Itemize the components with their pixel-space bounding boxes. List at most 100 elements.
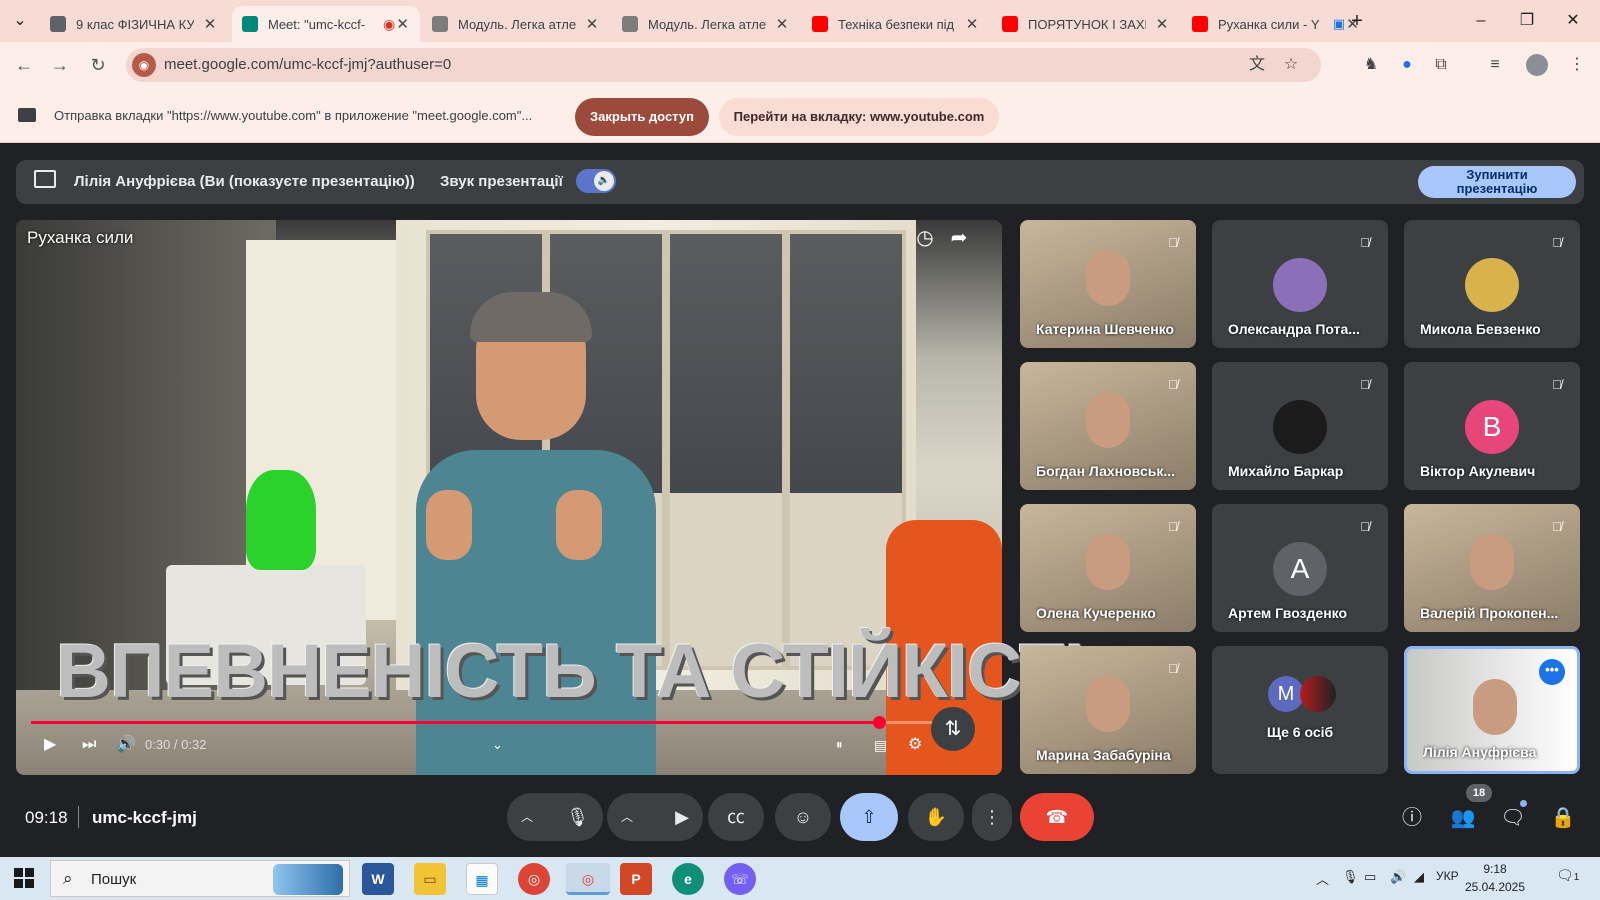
present-now-button[interactable]: ⇧ bbox=[840, 793, 898, 841]
more-participants-avatar bbox=[1300, 676, 1336, 712]
host-controls-lock-icon[interactable]: 🔒 bbox=[1548, 805, 1578, 831]
taskbar-search-box[interactable]: ⌕ Пошук bbox=[50, 860, 350, 897]
browser-tab[interactable]: Модуль. Легка атлет ✕ bbox=[422, 6, 610, 42]
participant-tile[interactable]: Марина Забабуріна 🎙̸ bbox=[1020, 646, 1196, 774]
participant-tile[interactable]: В Віктор Акулевич 🎙̸ bbox=[1404, 362, 1580, 490]
browser-tab-label: Meet: "umc-kccf- bbox=[268, 16, 366, 32]
video-progress-scrubber[interactable] bbox=[873, 716, 886, 729]
viber-app-icon[interactable]: ☏ bbox=[724, 863, 756, 895]
chevron-down-icon[interactable]: ⌄ bbox=[492, 734, 503, 756]
next-track-icon[interactable]: ⏭ bbox=[82, 734, 96, 756]
camera-icon[interactable]: ▶︎ bbox=[675, 793, 689, 841]
chrome-app-icon[interactable]: ◎ bbox=[518, 863, 550, 895]
close-tab-icon[interactable]: ✕ bbox=[1154, 15, 1170, 33]
participant-tile[interactable]: Олександра Пота... 🎙̸ bbox=[1212, 220, 1388, 348]
raise-hand-button[interactable]: ✋ bbox=[908, 793, 964, 841]
chat-icon[interactable]: 🗨 bbox=[1498, 805, 1528, 831]
emoji-reaction-button[interactable]: ☺ bbox=[775, 793, 831, 841]
youtube-icon bbox=[1192, 16, 1208, 32]
notifications-icon[interactable]: 🗨1 bbox=[1556, 867, 1582, 889]
forward-arrow-icon[interactable]: → bbox=[46, 52, 74, 78]
close-tab-icon[interactable]: ✕ bbox=[584, 15, 600, 33]
close-window-icon[interactable]: ✕ bbox=[1550, 8, 1596, 34]
presentation-sound-toggle[interactable]: 🔈 bbox=[576, 169, 616, 193]
browser-tab[interactable]: Meet: "umc-kccf- ◉ ✕ bbox=[232, 6, 420, 42]
microsoft-store-icon[interactable]: ▦ bbox=[466, 863, 498, 895]
volume-icon[interactable]: 🔊 bbox=[116, 734, 136, 756]
browser-tab[interactable]: Модуль. Легка атлет ✕ bbox=[612, 6, 800, 42]
extension-circle-icon[interactable]: ● bbox=[1396, 54, 1418, 76]
close-tab-icon[interactable]: ✕ bbox=[964, 15, 980, 33]
microphone-control[interactable]: ︿ 🎙 bbox=[507, 793, 603, 841]
tray-overflow-chevron-icon[interactable]: ︿ bbox=[1316, 869, 1329, 888]
browser-tab[interactable]: 9 клас ФІЗИЧНА КУЛ ✕ bbox=[40, 6, 228, 42]
close-tab-icon[interactable]: ✕ bbox=[774, 15, 790, 33]
media-controls-icon[interactable]: ≡ bbox=[1484, 54, 1506, 76]
battery-icon[interactable]: ▭ bbox=[1364, 869, 1376, 885]
participant-avatar bbox=[1465, 258, 1519, 312]
participant-tile[interactable]: M Ще 6 осіб bbox=[1212, 646, 1388, 774]
reload-icon[interactable]: ↻ bbox=[84, 52, 112, 78]
bookmark-star-icon[interactable]: ☆ bbox=[1280, 54, 1302, 76]
people-icon[interactable]: 👥 bbox=[1448, 805, 1478, 831]
stop-presenting-button[interactable]: Зупинити презентацію bbox=[1418, 166, 1576, 198]
taskbar-clock-date[interactable]: 25.04.2025 bbox=[1460, 880, 1530, 894]
minimize-icon[interactable]: – bbox=[1458, 8, 1504, 34]
tray-microphone-icon[interactable]: 🎙 bbox=[1342, 869, 1359, 885]
translate-icon[interactable]: 文 bbox=[1246, 54, 1268, 76]
chrome-active-app-icon[interactable]: ◎ bbox=[566, 863, 610, 895]
tile-more-options-icon[interactable]: ••• bbox=[1539, 659, 1565, 685]
edge-app-icon[interactable]: e bbox=[672, 863, 704, 895]
slides-icon bbox=[432, 16, 448, 32]
more-options-button[interactable]: ⋮ bbox=[972, 793, 1012, 841]
wifi-icon[interactable]: ◢ bbox=[1414, 869, 1424, 885]
powerpoint-app-icon[interactable]: P bbox=[620, 863, 652, 895]
go-to-tab-button[interactable]: Перейти на вкладку: www.youtube.com bbox=[719, 98, 999, 136]
address-bar[interactable]: ◉ meet.google.com/umc-kccf-jmj?authuser=… bbox=[126, 48, 1321, 82]
participant-tile[interactable]: Михайло Баркар 🎙̸ bbox=[1212, 362, 1388, 490]
extensions-puzzle-icon[interactable]: ⧉ bbox=[1430, 54, 1452, 76]
participant-tile[interactable]: ••• Лілія Ануфрієва bbox=[1404, 646, 1580, 774]
watch-later-clock-icon[interactable]: ◷ bbox=[913, 226, 937, 250]
play-icon[interactable]: ▶ bbox=[44, 734, 56, 756]
camera-control[interactable]: ︿ ▶︎ bbox=[607, 793, 703, 841]
mic-options-caret-icon[interactable]: ︿ bbox=[521, 793, 533, 841]
autoplay-toggle-icon[interactable]: ⏸ bbox=[836, 734, 843, 756]
participant-tile[interactable]: Катерина Шевченко 🎙̸ bbox=[1020, 220, 1196, 348]
share-arrow-icon[interactable]: ➦ bbox=[947, 226, 971, 250]
close-tab-icon[interactable]: ✕ bbox=[395, 15, 410, 33]
participant-tile[interactable]: А Артем Гвозденко 🎙̸ bbox=[1212, 504, 1388, 632]
participant-tile[interactable]: Богдан Лахновськ... 🎙̸ bbox=[1020, 362, 1196, 490]
captions-button[interactable]: ㏄ bbox=[708, 793, 764, 841]
participant-tile[interactable]: Олена Кучеренко 🎙̸ bbox=[1020, 504, 1196, 632]
restore-icon[interactable]: ❐ bbox=[1504, 8, 1550, 34]
browser-tab[interactable]: Техніка безпеки під ✕ bbox=[802, 6, 990, 42]
settings-gear-icon[interactable]: ⚙ bbox=[908, 734, 922, 756]
word-app-icon[interactable]: W bbox=[362, 863, 394, 895]
file-explorer-icon[interactable]: ▭ bbox=[414, 863, 446, 895]
extension-bot-icon[interactable]: ♞ bbox=[1360, 54, 1382, 76]
meeting-details-info-icon[interactable]: ⓘ bbox=[1397, 805, 1427, 831]
tab-search-chevron-icon[interactable]: ⌄ bbox=[0, 8, 40, 34]
windows-start-icon[interactable] bbox=[14, 868, 34, 888]
participant-tile[interactable]: Валерій Прокопен... 🎙̸ bbox=[1404, 504, 1580, 632]
leave-call-button[interactable]: ☎ bbox=[1020, 793, 1094, 841]
chat-unread-dot bbox=[1520, 800, 1527, 807]
swap-layout-icon[interactable]: ⇅ bbox=[931, 707, 975, 751]
stop-sharing-button[interactable]: Закрыть доступ bbox=[575, 98, 709, 136]
browser-menu-icon[interactable]: ⋮ bbox=[1566, 54, 1588, 76]
input-language[interactable]: УКР bbox=[1436, 869, 1459, 883]
site-recording-icon[interactable]: ◉ bbox=[132, 53, 156, 77]
subtitles-icon[interactable]: ▤ bbox=[874, 734, 887, 756]
profile-avatar[interactable] bbox=[1526, 54, 1548, 76]
taskbar-clock-time[interactable]: 9:18 bbox=[1460, 862, 1530, 876]
browser-tab[interactable]: ПОРЯТУНОК І ЗАХИ ✕ bbox=[992, 6, 1180, 42]
back-arrow-icon[interactable]: ← bbox=[10, 52, 38, 78]
participant-tile[interactable]: Микола Бевзенко 🎙̸ bbox=[1404, 220, 1580, 348]
volume-tray-icon[interactable]: 🔊 bbox=[1390, 869, 1406, 885]
close-tab-icon[interactable]: ✕ bbox=[202, 15, 218, 33]
video-progress-bar[interactable] bbox=[31, 716, 933, 729]
microphone-icon[interactable]: 🎙 bbox=[566, 793, 589, 841]
new-tab-plus-icon[interactable]: + bbox=[1340, 8, 1374, 34]
camera-options-caret-icon[interactable]: ︿ bbox=[621, 793, 633, 841]
